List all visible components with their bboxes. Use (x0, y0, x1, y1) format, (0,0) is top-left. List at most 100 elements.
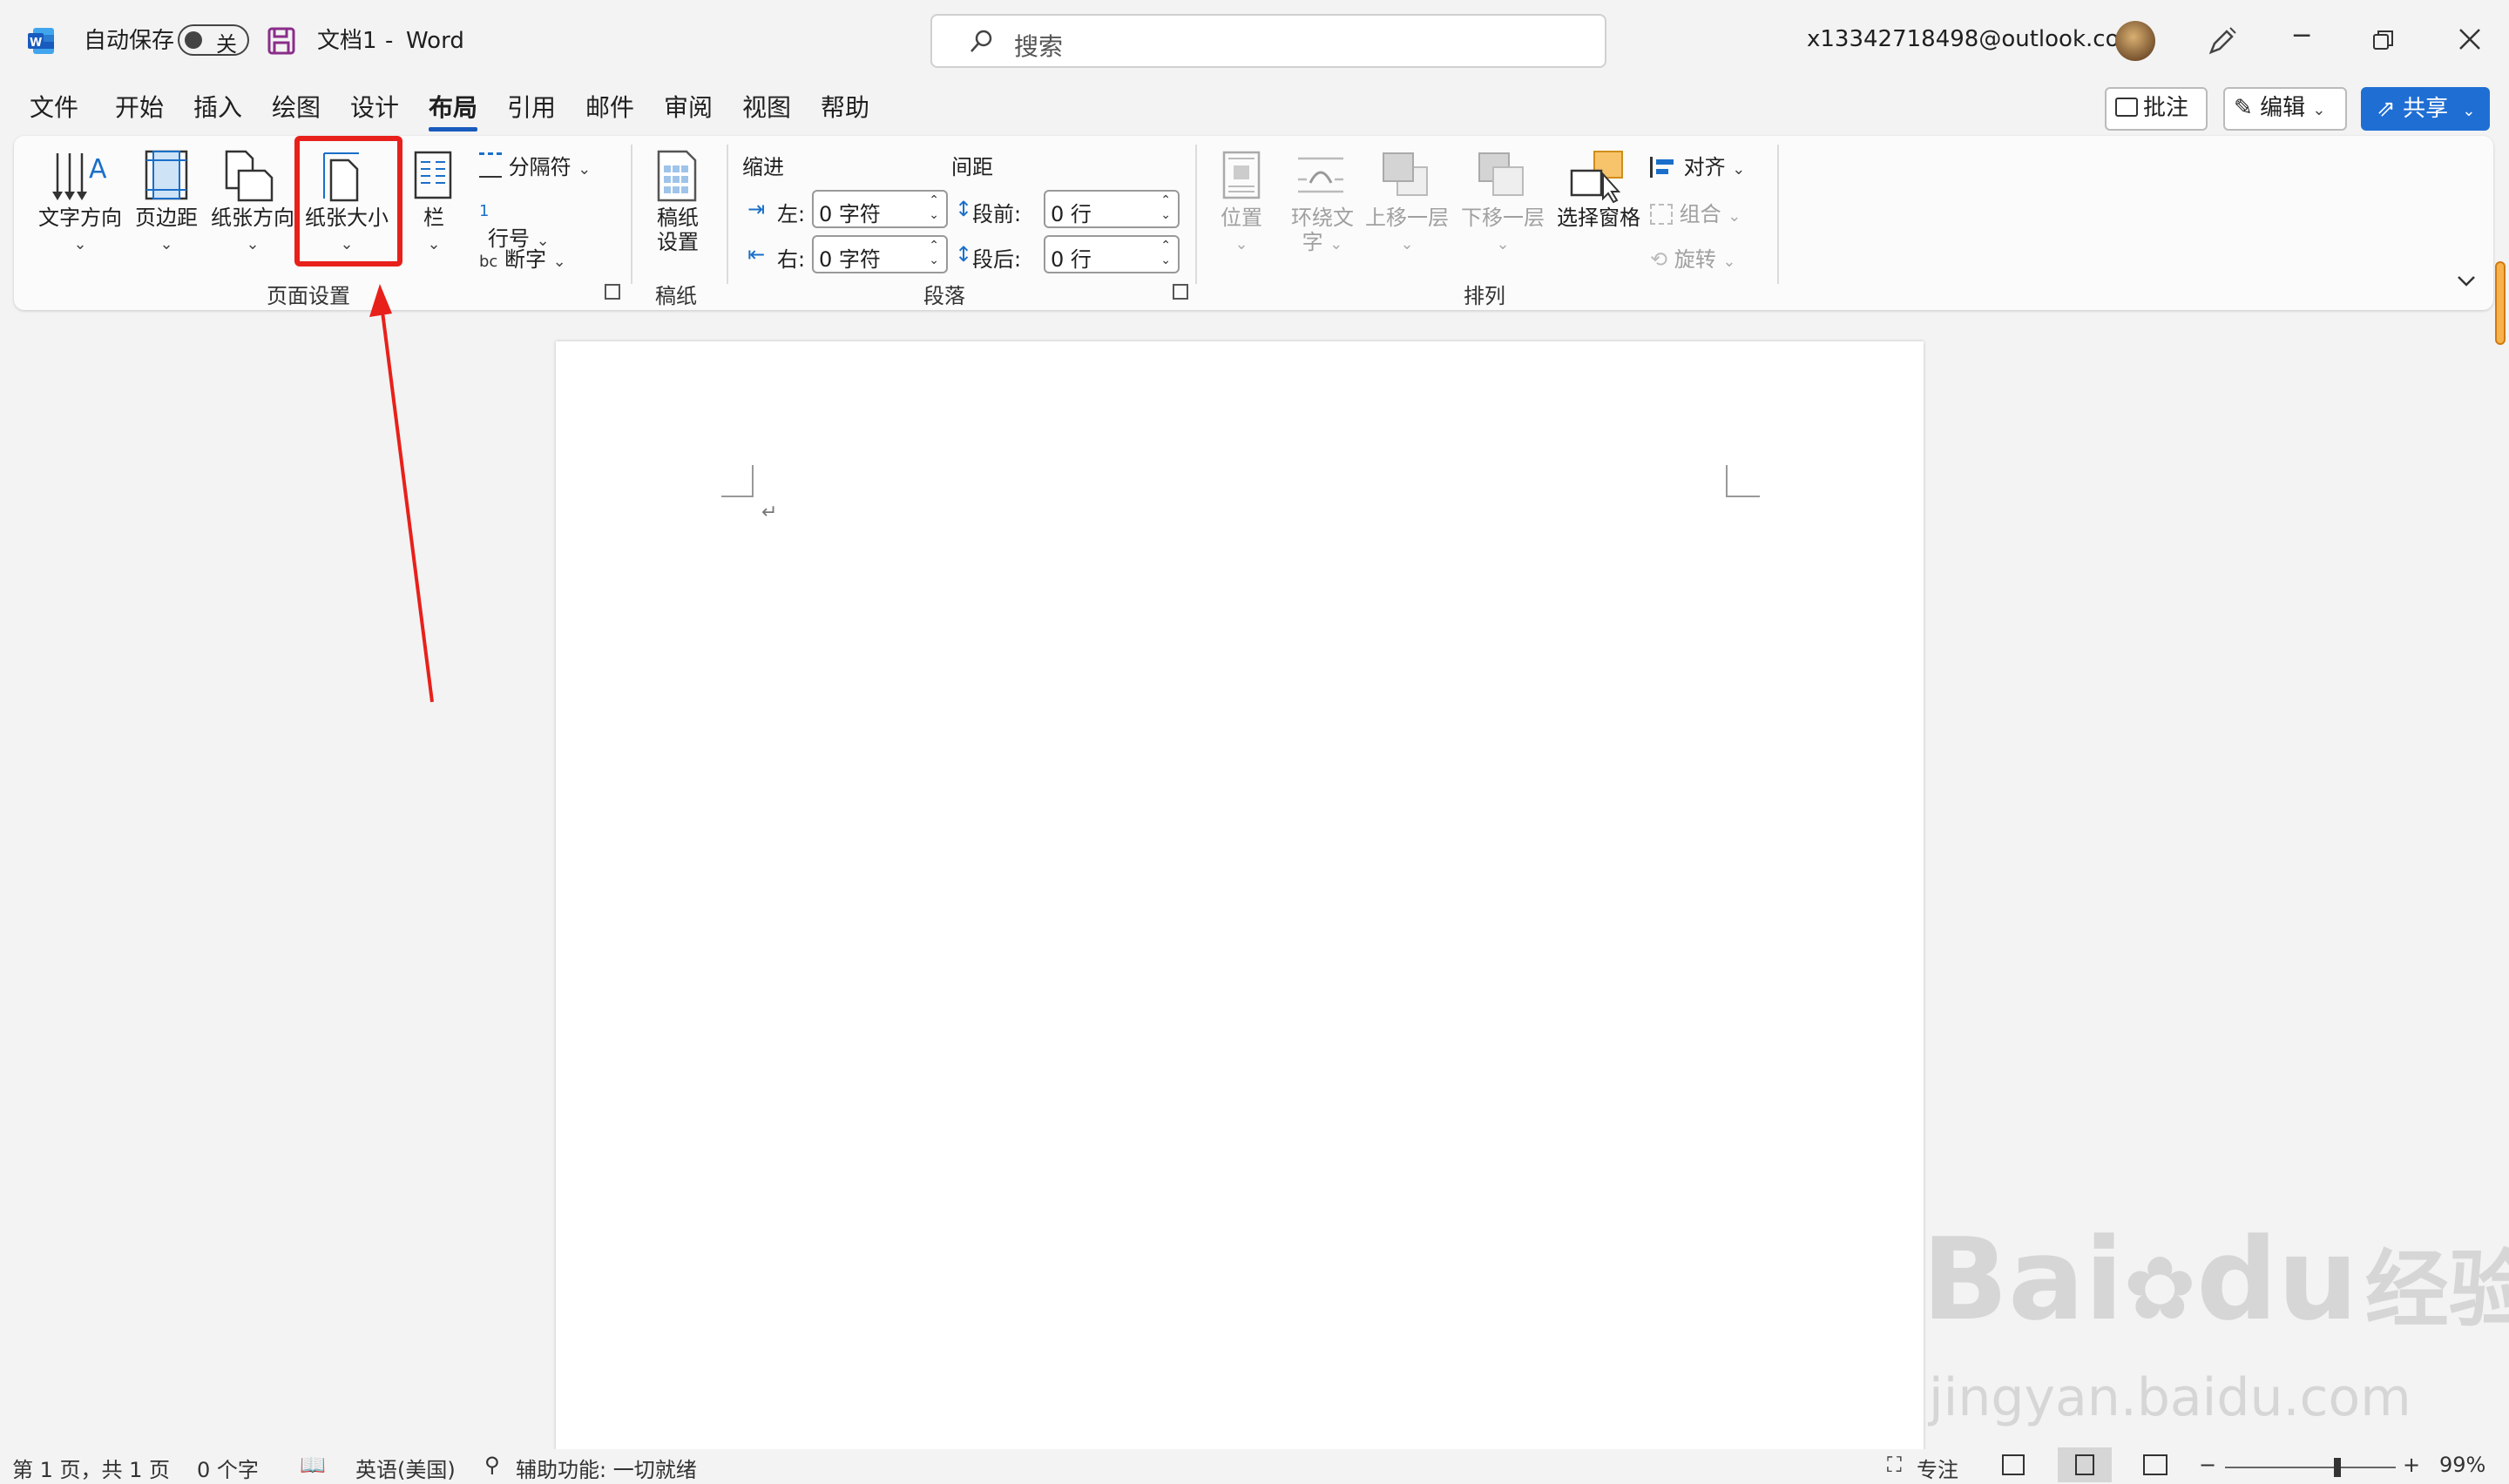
bring-forward-button[interactable]: 上移一层 ⌄ (1361, 206, 1453, 257)
edit-pencil-icon: ✎ (2234, 95, 2253, 121)
search-box[interactable]: 搜索 (930, 14, 1606, 68)
spinner-arrows-icon[interactable]: ⌃ ⌄ (1160, 239, 1171, 268)
pen-icon[interactable] (2204, 24, 2239, 63)
share-button[interactable]: ⇗ 共享 ⌄ (2361, 87, 2490, 131)
baidu-watermark: Bai✿du经验 (1922, 1223, 2509, 1346)
spinner-arrows-icon[interactable]: ⌃ ⌄ (929, 193, 939, 223)
position-icon (1221, 150, 1261, 204)
annotation-arrow (369, 284, 434, 703)
align-icon (1650, 157, 1677, 178)
manuscript-setup-button[interactable]: 稿纸 设置 (643, 206, 713, 254)
collapse-ribbon-chevron-icon[interactable] (2455, 273, 2478, 293)
group-divider (1195, 145, 1197, 284)
line-numbers-icon: 1 (479, 202, 490, 220)
indent-right-input[interactable]: 0 字符 ⌃ ⌄ (812, 235, 948, 273)
paragraph-dialog-launcher-icon[interactable] (1173, 284, 1188, 300)
tab-references[interactable]: 引用 (507, 94, 556, 122)
tab-home[interactable]: 开始 (115, 94, 164, 122)
align-button[interactable]: 对齐 ⌄ (1650, 150, 1745, 180)
text-direction-icon: A (49, 148, 110, 209)
chevron-down-icon: ⌄ (73, 235, 87, 253)
watermark-text-1: Bai (1922, 1213, 2124, 1346)
tab-draw[interactable]: 绘图 (272, 94, 321, 122)
avatar[interactable] (2115, 21, 2155, 61)
margins-button[interactable]: 页边距 ⌄ (129, 206, 204, 257)
page-setup-dialog-launcher-icon[interactable] (605, 284, 620, 300)
proofing-book-icon[interactable]: 📖 (300, 1453, 326, 1477)
selection-pane-button[interactable]: 选择窗格 (1552, 206, 1645, 230)
zoom-slider-thumb[interactable] (2334, 1458, 2342, 1477)
tab-mailings[interactable]: 邮件 (585, 94, 634, 122)
tab-insert[interactable]: 插入 (193, 94, 242, 122)
share-icon: ⇗ (2377, 96, 2396, 122)
spacing-after-input[interactable]: 0 行 ⌃ ⌄ (1044, 235, 1180, 273)
account-email[interactable]: x13342718498@outlook.com (1807, 26, 2141, 52)
group-objects-icon (1650, 204, 1673, 225)
toggle-knob (185, 31, 202, 49)
zoom-out-icon[interactable]: − (2199, 1453, 2216, 1477)
chevron-down-icon: ⌄ (1234, 235, 1248, 253)
zoom-level[interactable]: 99% (2439, 1453, 2485, 1477)
breaks-button[interactable]: 分隔符 ⌄ (479, 150, 591, 180)
tab-help[interactable]: 帮助 (821, 94, 869, 122)
svg-text:A: A (89, 154, 107, 185)
position-button[interactable]: 位置 ⌄ (1209, 206, 1274, 257)
watermark-text-3: 经验 (2364, 1241, 2509, 1339)
zoom-in-icon[interactable]: + (2403, 1453, 2420, 1477)
wrap-text-line2: 字 (1302, 230, 1323, 254)
tab-review[interactable]: 审阅 (664, 94, 713, 122)
hyphenation-icon: bc (479, 253, 498, 271)
indent-left-label: 左: (777, 202, 806, 226)
spacing-before-input[interactable]: 0 行 ⌃ ⌄ (1044, 190, 1180, 228)
autosave-toggle[interactable]: 关 (178, 24, 249, 57)
send-backward-button[interactable]: 下移一层 ⌄ (1457, 206, 1549, 257)
focus-mode-button[interactable]: 专注 (1917, 1453, 1958, 1483)
zoom-slider-track[interactable] (2225, 1467, 2396, 1468)
wrap-text-button[interactable]: 环绕文字 ⌄ (1281, 206, 1364, 257)
tab-file[interactable]: 文件 (30, 94, 78, 122)
rotate-button[interactable]: ⟲ 旋转 ⌄ (1650, 242, 1735, 273)
print-layout-icon (2075, 1454, 2094, 1475)
paragraph-mark: ↵ (761, 502, 778, 523)
text-direction-button[interactable]: 文字方向 ⌄ (37, 206, 124, 257)
document-page[interactable]: ↵ (556, 341, 1924, 1484)
chevron-down-icon: ⌄ (1496, 235, 1510, 253)
chevron-down-icon: ⌄ (1728, 207, 1741, 226)
spinner-arrows-icon[interactable]: ⌃ ⌄ (1160, 193, 1171, 223)
bring-forward-icon (1380, 150, 1432, 204)
group-divider (1777, 145, 1779, 284)
indent-left-input[interactable]: 0 字符 ⌃ ⌄ (812, 190, 948, 228)
bring-forward-label: 上移一层 (1365, 206, 1449, 230)
margin-corner-top-right (1726, 465, 1760, 497)
word-count[interactable]: 0 个字 (197, 1453, 259, 1483)
rotate-icon: ⟲ (1650, 247, 1668, 272)
group-objects-button[interactable]: 组合 ⌄ (1650, 197, 1741, 227)
restore-icon[interactable] (2371, 28, 2396, 56)
tab-layout[interactable]: 布局 (429, 94, 477, 122)
watermark-paw-icon: ✿ (2123, 1238, 2197, 1339)
columns-button[interactable]: 栏 ⌄ (413, 206, 455, 257)
tab-design[interactable]: 设计 (350, 94, 399, 122)
spinner-arrows-icon[interactable]: ⌃ ⌄ (929, 239, 939, 268)
page-count[interactable]: 第 1 页，共 1 页 (12, 1453, 170, 1483)
print-layout-button[interactable] (2058, 1447, 2112, 1482)
active-tab-indicator (429, 127, 477, 132)
accessibility-status[interactable]: 辅助功能: 一切就绪 (516, 1453, 697, 1483)
language-indicator[interactable]: 英语(美国) (355, 1453, 456, 1483)
minimize-icon[interactable]: ─ (2276, 21, 2328, 51)
chevron-down-icon: ⌄ (1732, 160, 1746, 179)
read-mode-icon[interactable] (2002, 1454, 2025, 1475)
save-icon[interactable] (267, 26, 296, 56)
web-layout-icon[interactable] (2143, 1454, 2167, 1475)
vertical-scrollbar-thumb[interactable] (2495, 261, 2506, 345)
editing-button[interactable]: ✎ 编辑 ⌄ (2223, 87, 2347, 131)
indent-right-value: 0 字符 (819, 247, 881, 272)
paper-size-highlight (294, 136, 402, 266)
close-icon[interactable] (2457, 26, 2483, 56)
manuscript-group-label: 稿纸 (655, 284, 697, 308)
comments-button[interactable]: 批注 (2105, 87, 2208, 131)
orientation-button[interactable]: 纸张方向 ⌄ (207, 206, 298, 257)
group-objects-label: 组合 (1679, 202, 1721, 226)
hyphenation-button[interactable]: bc 断字 ⌄ (479, 242, 566, 273)
tab-view[interactable]: 视图 (742, 94, 791, 122)
